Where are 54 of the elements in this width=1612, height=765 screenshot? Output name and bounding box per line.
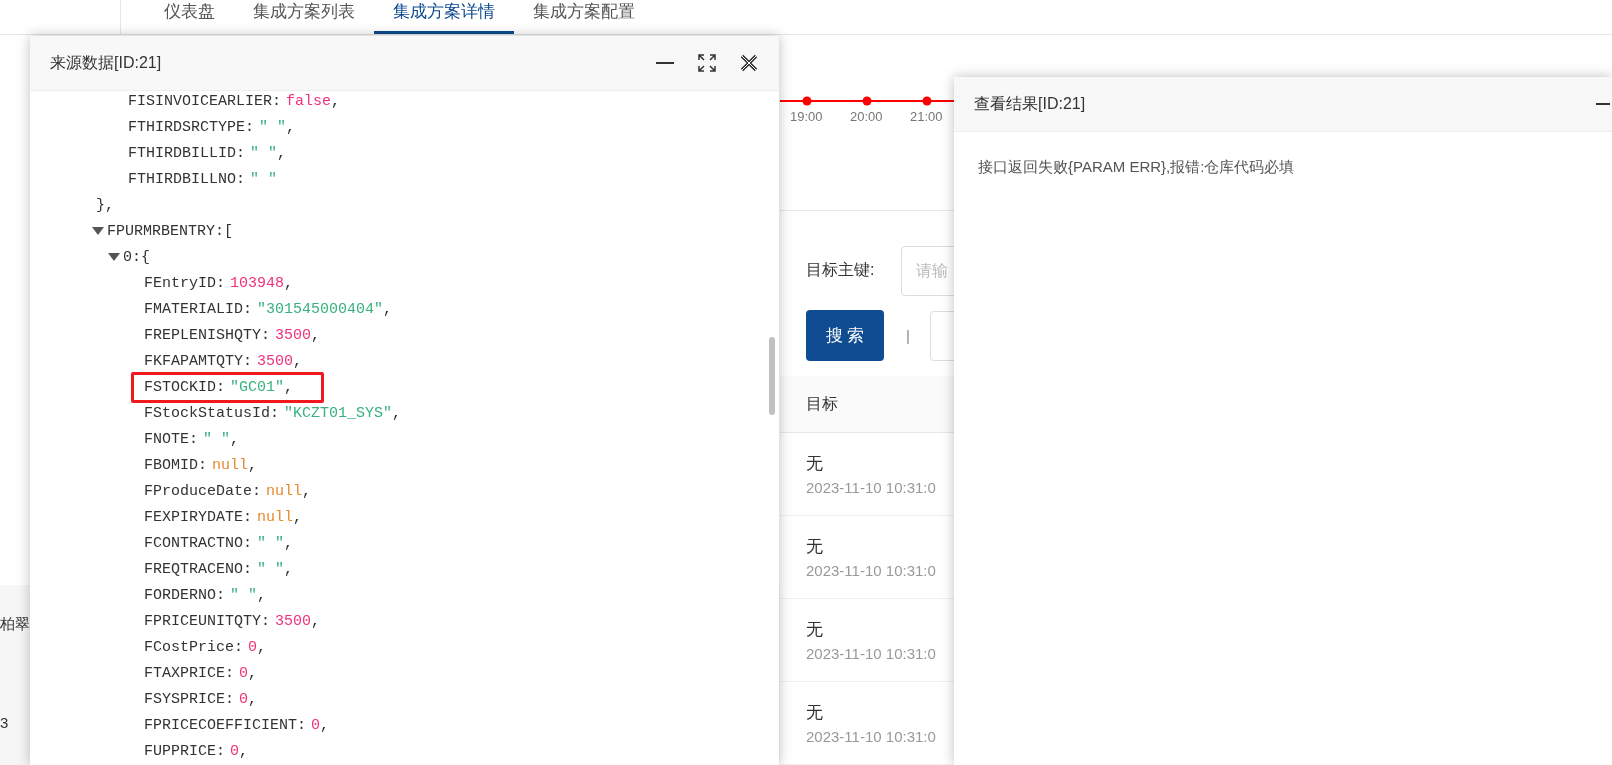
result-message: 接口返回失败{PARAM ERR},报错:仓库代码必填	[978, 158, 1295, 175]
code-line: },	[96, 196, 114, 214]
code-line: FNOTE: " ",	[144, 430, 240, 448]
separator-text: |	[906, 327, 910, 344]
code-line: FPRICECOEFFICIENT: 0,	[144, 716, 330, 734]
table-cell-text: 无	[806, 619, 824, 641]
code-line: FStockStatusId: "KCZT01_SYS",	[144, 404, 402, 422]
code-line: FSTOCKID: "GC01",	[144, 378, 294, 396]
nav-tab[interactable]: 仪表盘	[145, 0, 234, 34]
column-header: 目标	[806, 393, 838, 414]
expand-arrow-icon[interactable]	[108, 252, 120, 262]
timeline-label: 19:00	[790, 109, 824, 124]
timestamp-text: 2023-11-10 10:31:0	[806, 645, 937, 662]
code-line: FKFAPAMTQTY: 3500,	[144, 352, 303, 370]
code-line: 0:{	[123, 248, 150, 266]
close-icon[interactable]	[739, 53, 759, 73]
code-line: FORDERNO: " ",	[144, 586, 267, 604]
maximize-icon[interactable]	[697, 53, 717, 73]
code-line: FBOMID: null,	[144, 456, 258, 474]
table-cell-text: 无	[806, 453, 824, 475]
code-line: FCONTRACTNO: " ",	[144, 534, 294, 552]
timeline-label: 20:00	[850, 109, 884, 124]
timestamp-text: 2023-11-10 10:31:0	[806, 728, 937, 745]
code-line: FUPPRICE: 0,	[144, 742, 249, 760]
dialog-title: 查看结果[ID:21]	[974, 93, 1086, 114]
nav-tab[interactable]: 集成方案配置	[514, 0, 654, 34]
code-line: FTAXPRICE: 0,	[144, 664, 258, 682]
code-line: FTHIRDBILLNO: " "	[128, 170, 278, 188]
code-line: FISINVOICEARLIER: false,	[128, 92, 341, 110]
side-panel-count: 3	[0, 714, 10, 731]
timestamp-text: 2023-11-10 10:31:0	[806, 479, 937, 496]
code-line: FEXPIRYDATE: null,	[144, 508, 303, 526]
code-line: FTHIRDSRCTYPE: " ",	[128, 118, 296, 136]
side-panel-title: 柏翠	[0, 615, 30, 634]
search-button[interactable]: 搜 索	[806, 310, 884, 361]
code-line: FREQTRACENO: " ",	[144, 560, 294, 578]
table-cell-text: 无	[806, 702, 824, 724]
dialog-title: 来源数据[ID:21]	[50, 52, 162, 73]
scrollbar-thumb[interactable]	[769, 337, 775, 415]
code-line: FPURMRBENTRY:[	[107, 222, 234, 240]
code-line: FEntryID: 103948,	[144, 274, 294, 292]
code-line: FSYSPRICE: 0,	[144, 690, 258, 708]
table-cell-text: 无	[806, 536, 824, 558]
code-line: FProduceDate: null,	[144, 482, 312, 500]
target-key-label: 目标主键:	[806, 260, 876, 280]
nav-tab[interactable]: 集成方案列表	[234, 0, 374, 34]
code-line: FPRICEUNITQTY: 3500,	[144, 612, 321, 630]
code-line: FTHIRDBILLID: " ",	[128, 144, 287, 162]
timestamp-text: 2023-11-10 10:31:0	[806, 562, 937, 579]
timeline-label: 21:00	[910, 109, 944, 124]
code-line: FMATERIALID: "301545000404",	[144, 300, 393, 318]
expand-arrow-icon[interactable]	[92, 226, 104, 236]
code-line: FREPLENISHQTY: 3500,	[144, 326, 321, 344]
code-line: FCostPrice: 0,	[144, 638, 267, 656]
